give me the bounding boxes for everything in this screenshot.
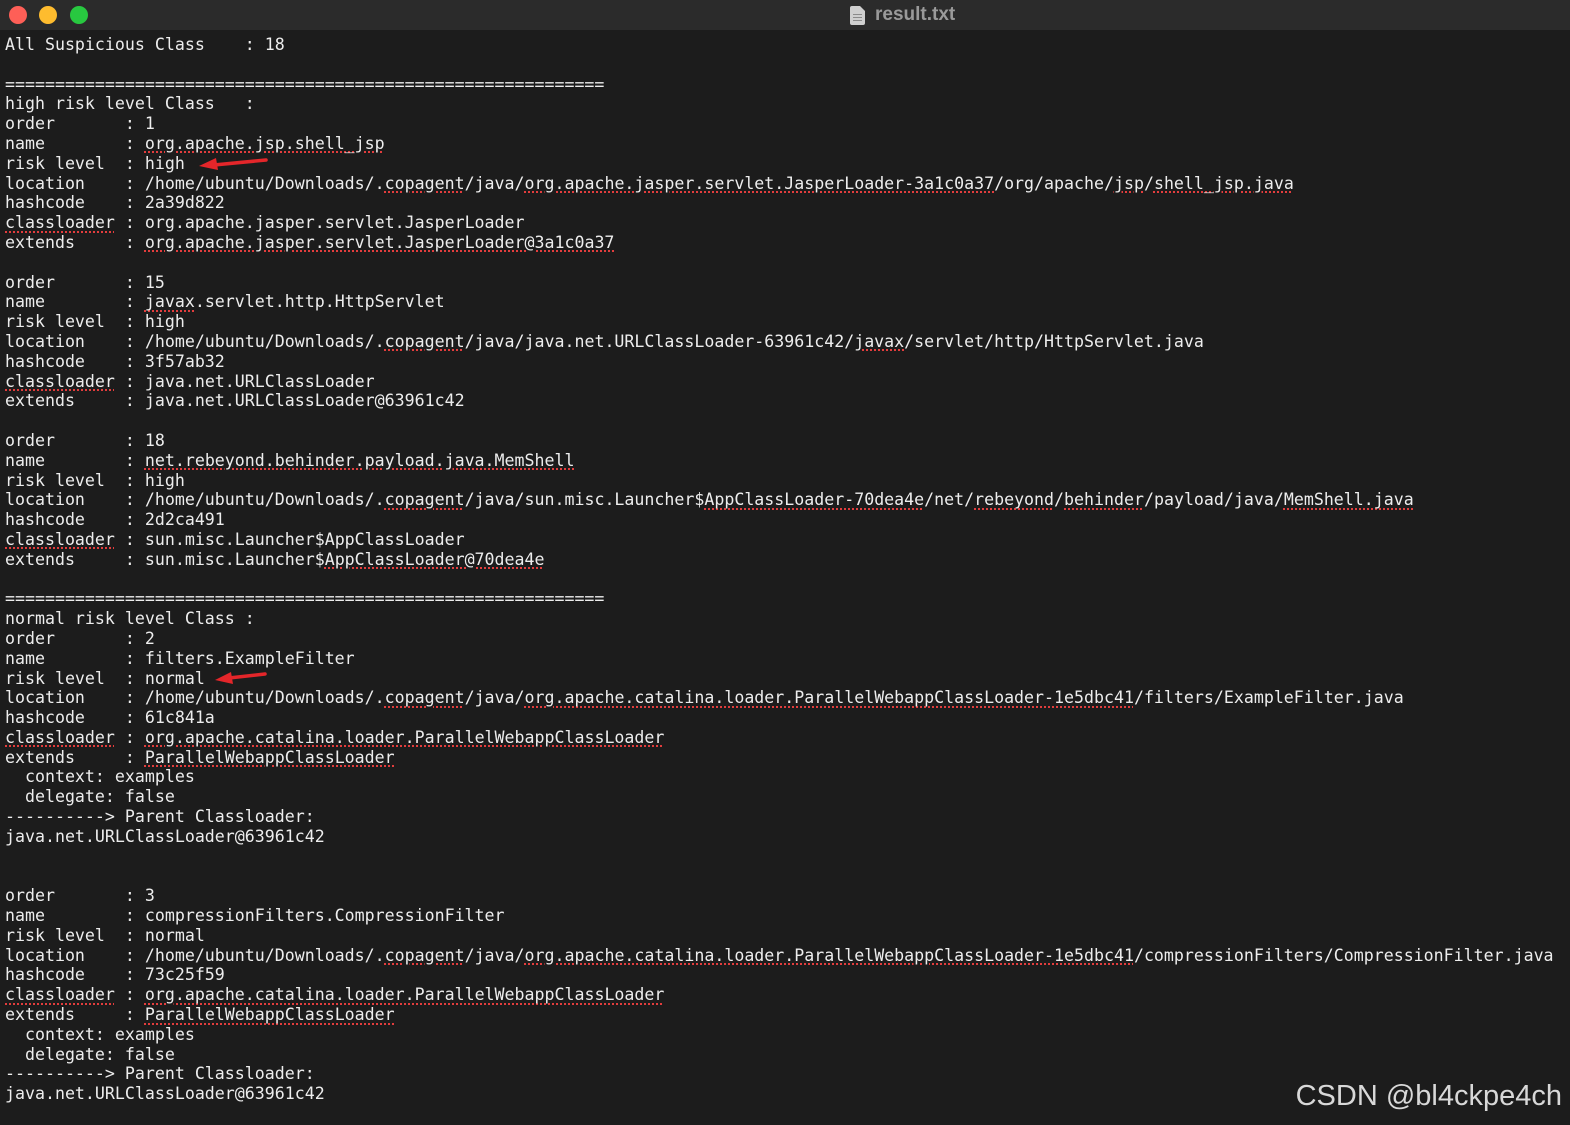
text-line: name : filters.ExampleFilter	[5, 648, 355, 668]
text-line: high risk level Class :	[5, 94, 255, 114]
text-line: name : compressionFilters.CompressionFil…	[5, 906, 505, 926]
misspelled-word: MemShell.java	[1283, 490, 1414, 510]
text-line: hashcode : 61c841a	[5, 708, 215, 728]
text-line: java.net.URLClassLoader@63961c42	[5, 826, 325, 846]
text-editor-window: result.txt All Suspicious Class : 18 ====…	[0, 0, 1570, 1125]
window-title: result.txt	[875, 4, 956, 25]
misspelled-word: net.rebeyond.behinder.payload.java.MemSh…	[144, 450, 575, 470]
text-line: hashcode : 2a39d822	[5, 193, 225, 213]
text-line	[5, 253, 1570, 273]
misspelled-word: copagent	[384, 945, 465, 965]
close-button[interactable]	[9, 6, 27, 24]
red-arrow-icon	[199, 158, 268, 170]
minimize-button[interactable]	[39, 6, 57, 24]
text-line: classloader : org.apache.catalina.loader…	[5, 727, 665, 747]
text-line: ========================================…	[5, 589, 605, 609]
misspelled-word: behinder	[1064, 490, 1144, 510]
document-icon	[850, 5, 865, 25]
text-line: order : 18	[5, 430, 165, 450]
text-line: name : javax.servlet.http.HttpServlet	[5, 292, 445, 312]
misspelled-word: classloader	[5, 727, 115, 747]
text-line: delegate: false	[5, 1044, 175, 1064]
text-line: extends : ParallelWebappClassLoader	[5, 747, 395, 767]
misspelled-word: org.apache.catalina.loader.ParallelWebap…	[524, 688, 1134, 708]
misspelled-word: org.apache.catalina.loader.ParallelWebap…	[144, 985, 665, 1005]
text-line: classloader : java.net.URLClassLoader	[5, 371, 375, 391]
text-line	[5, 411, 1570, 431]
misspelled-word: copagent	[384, 688, 465, 708]
text-line	[5, 55, 1570, 75]
misspelled-word: org.apache.catalina.loader.ParallelWebap…	[144, 727, 665, 747]
text-line: location : /home/ubuntu/Downloads/.copag…	[5, 173, 1294, 193]
text-line: extends : ParallelWebappClassLoader	[5, 1005, 395, 1025]
misspelled-word: copagent	[384, 173, 465, 193]
text-line	[5, 866, 1570, 886]
text-line: order : 1	[5, 114, 155, 134]
text-line: risk level : high	[5, 312, 185, 332]
text-line: name : net.rebeyond.behinder.payload.jav…	[5, 450, 575, 470]
misspelled-word: ParallelWebappClassLoader	[144, 747, 395, 767]
text-line: order : 2	[5, 628, 155, 648]
misspelled-word: classloader	[5, 985, 115, 1005]
text-line: normal risk level Class :	[5, 609, 255, 629]
text-line: extends : org.apache.jasper.servlet.Jasp…	[5, 232, 615, 252]
text-line: hashcode : 2d2ca491	[5, 510, 225, 530]
misspelled-word: org.apache.jasper.servlet.JasperLoader-3…	[524, 173, 995, 193]
text-line: order : 3	[5, 886, 155, 906]
title-bar: result.txt	[0, 0, 1570, 30]
misspelled-word: copagent	[384, 490, 465, 510]
window-title-group: result.txt	[850, 3, 955, 27]
text-line: context: examples	[5, 1024, 195, 1044]
text-line: location : /home/ubuntu/Downloads/.copag…	[5, 331, 1204, 351]
text-line: delegate: false	[5, 787, 175, 807]
text-line: hashcode : 73c25f59	[5, 965, 225, 985]
text-line: risk level : high	[5, 470, 185, 490]
misspelled-word: jsp	[1113, 173, 1144, 193]
text-line: risk level : normal	[5, 925, 205, 945]
text-content[interactable]: All Suspicious Class : 18 ===============…	[5, 35, 1570, 1104]
misspelled-word: rebeyond	[974, 490, 1055, 510]
misspelled-word: org.apache.jasper.servlet.JasperLoader@3…	[144, 232, 615, 252]
red-arrow-icon	[215, 672, 267, 684]
watermark: CSDN @bl4ckpe4ch	[1295, 1080, 1562, 1112]
misspelled-word: AppClassLoader-70dea4e	[704, 490, 925, 510]
misspelled-word: javax	[144, 292, 195, 312]
misspelled-word: org.apache.jsp.shell_jsp	[144, 133, 385, 153]
text-line: name : org.apache.jsp.shell_jsp	[5, 133, 385, 153]
misspelled-word: org.apache.catalina.loader.ParallelWebap…	[524, 945, 1134, 965]
misspelled-word: AppClassLoader@70dea4e	[324, 549, 545, 569]
text-line	[5, 570, 1570, 590]
text-line: order : 15	[5, 272, 165, 292]
text-line: extends : java.net.URLClassLoader@63961c…	[5, 391, 465, 411]
text-line: location : /home/ubuntu/Downloads/.copag…	[5, 490, 1414, 510]
misspelled-word: javax	[854, 331, 905, 351]
text-line: hashcode : 3f57ab32	[5, 351, 225, 371]
misspelled-word: shell_jsp.java	[1153, 173, 1294, 193]
text-line: extends : sun.misc.Launcher$AppClassLoad…	[5, 549, 545, 569]
misspelled-word: classloader	[5, 371, 115, 391]
misspelled-word: copagent	[384, 331, 465, 351]
text-line: context: examples	[5, 767, 195, 787]
text-line: ========================================…	[5, 74, 605, 94]
misspelled-word: ParallelWebappClassLoader	[144, 1005, 395, 1025]
text-line: location : /home/ubuntu/Downloads/.copag…	[5, 688, 1404, 708]
text-line: location : /home/ubuntu/Downloads/.copag…	[5, 945, 1554, 965]
text-line: classloader : org.apache.catalina.loader…	[5, 985, 665, 1005]
misspelled-word: classloader	[5, 529, 115, 549]
text-line: All Suspicious Class : 18	[5, 35, 285, 54]
zoom-button[interactable]	[70, 6, 88, 24]
text-line: classloader : org.apache.jasper.servlet.…	[5, 213, 525, 233]
text-line: ----------> Parent Classloader:	[5, 807, 315, 827]
misspelled-word: classloader	[5, 213, 115, 233]
text-line: classloader : sun.misc.Launcher$AppClass…	[5, 529, 465, 549]
text-line	[5, 847, 1570, 867]
